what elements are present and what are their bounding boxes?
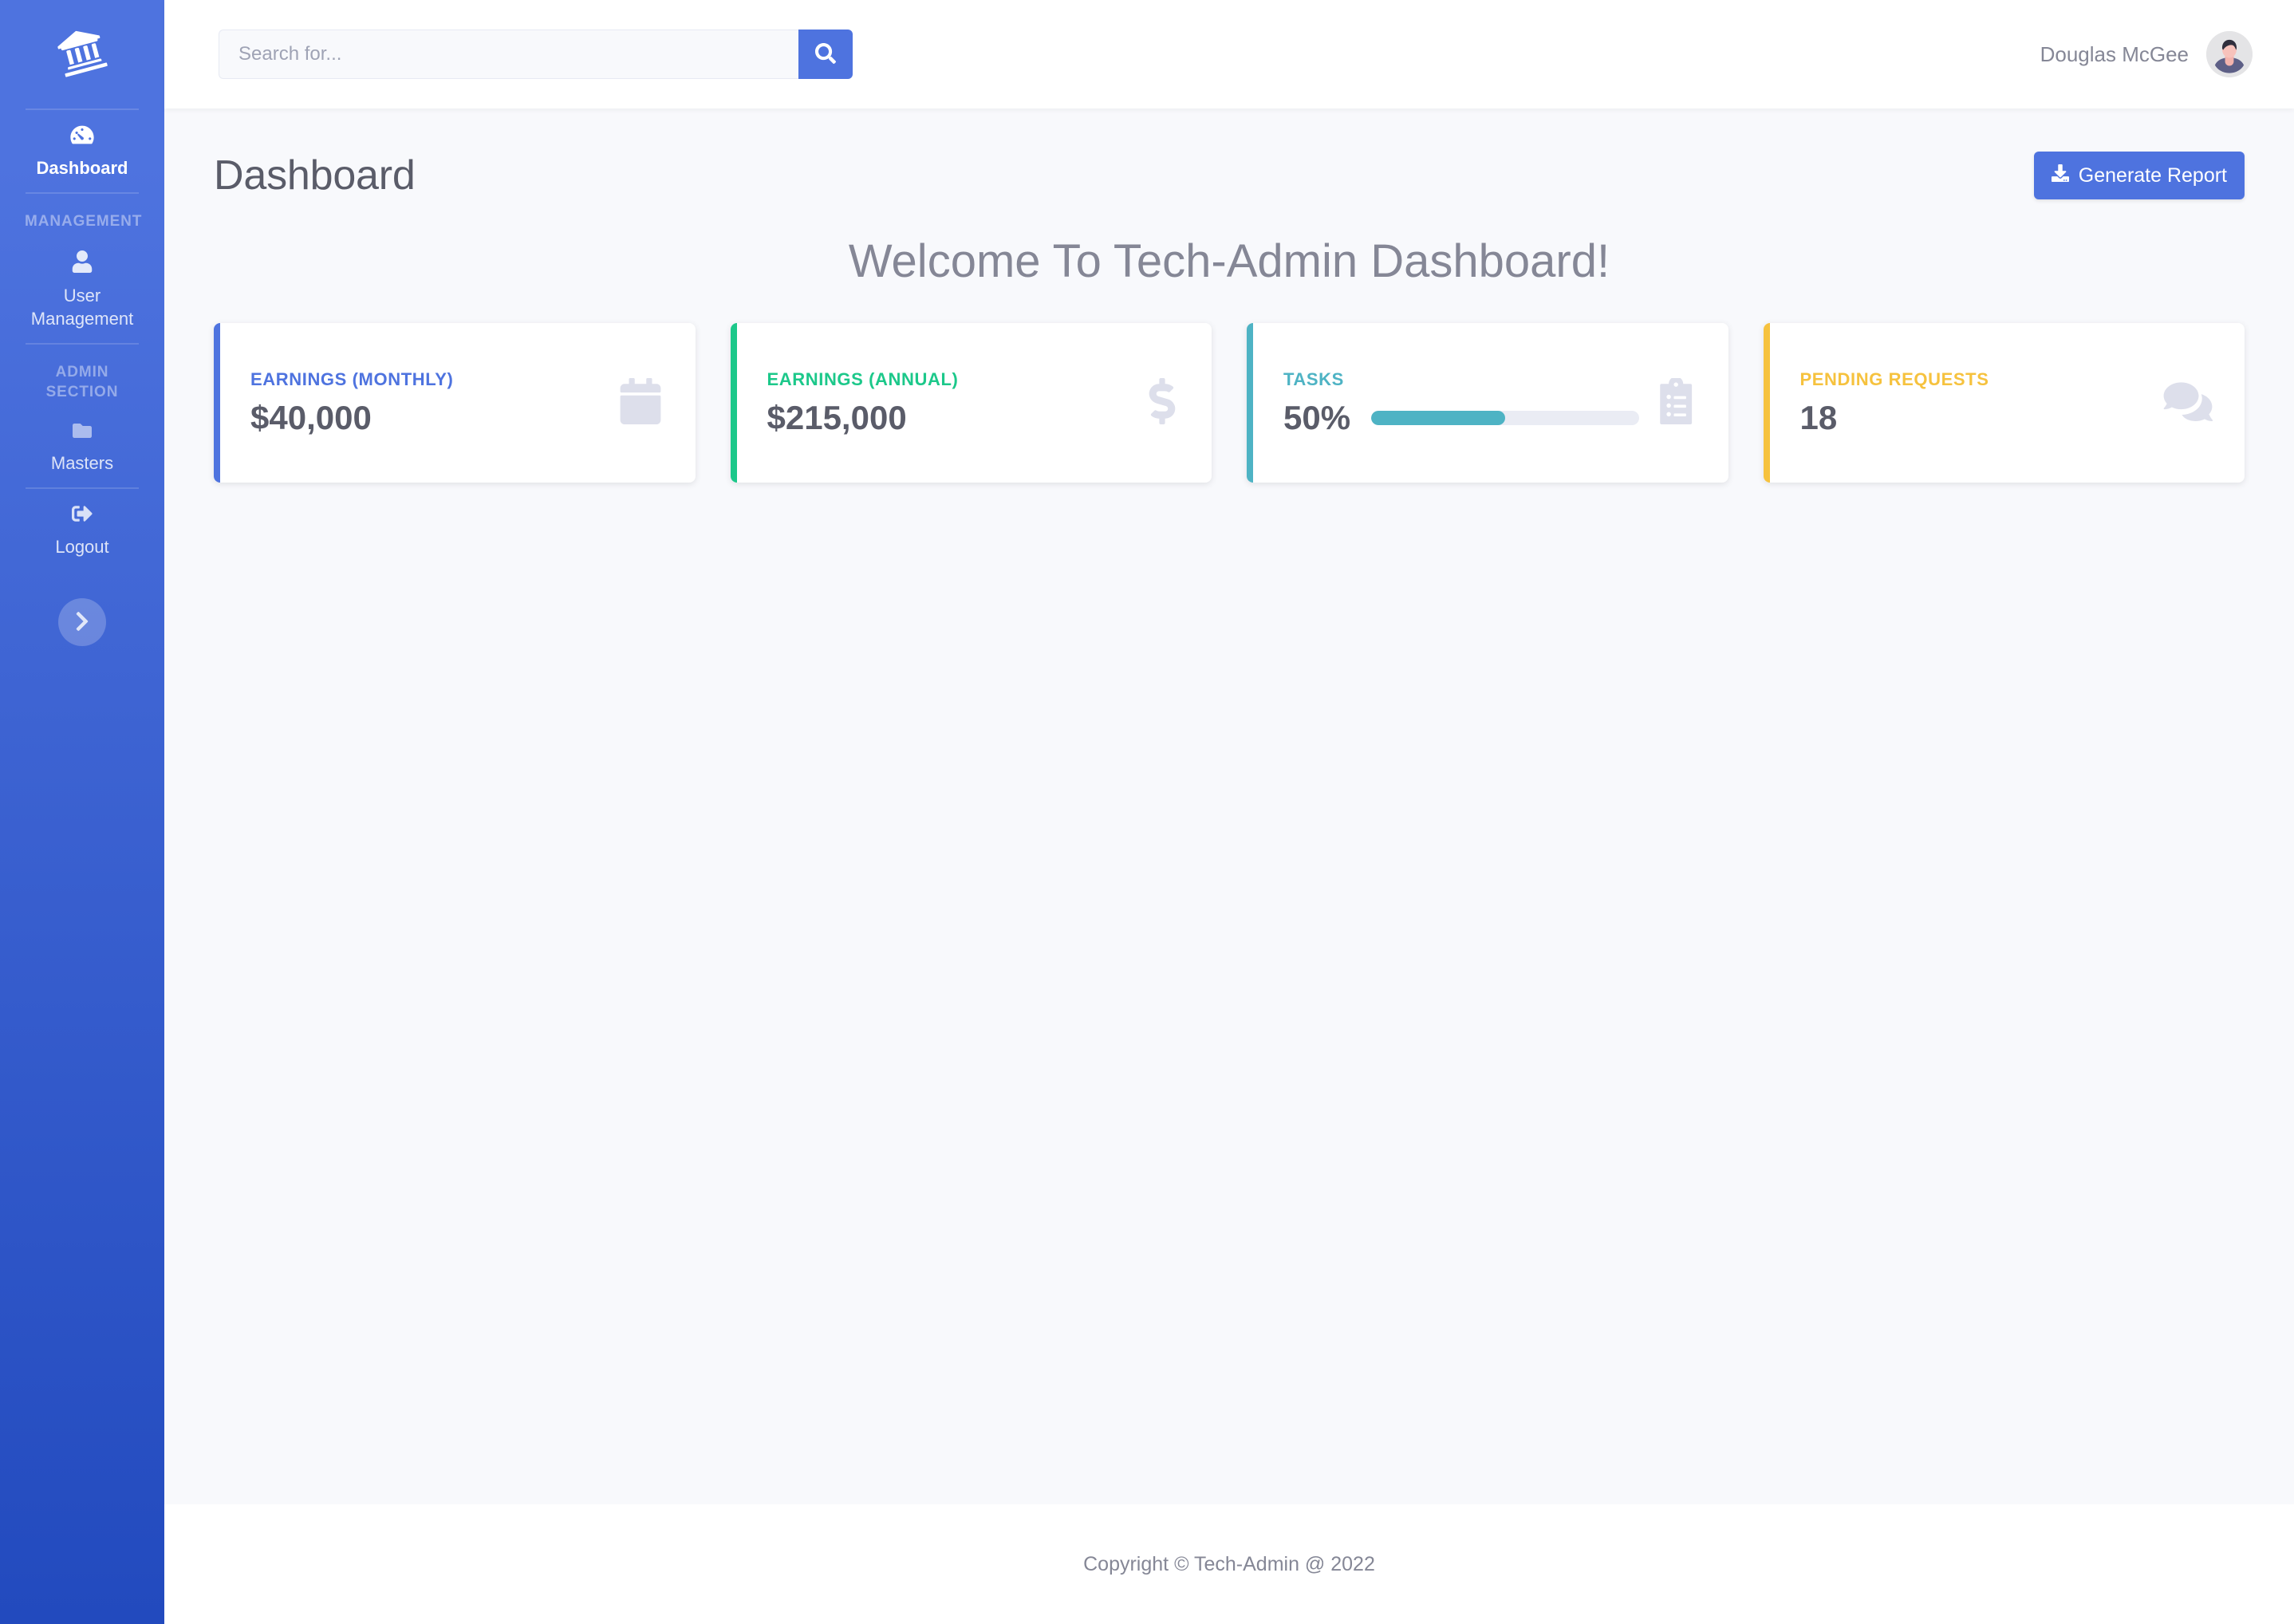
tasks-progress-fill [1371, 411, 1505, 425]
stat-card-value: $215,000 [767, 398, 907, 436]
user-icon [71, 250, 93, 277]
stat-card-tasks: TASKS 50% [1247, 323, 1728, 483]
search-icon [815, 42, 836, 66]
sidebar-item-dashboard[interactable]: Dashboard [0, 110, 164, 192]
tasks-progress-bar [1371, 411, 1639, 425]
footer: Copyright © Tech-Admin @ 2022 [164, 1504, 2294, 1624]
sign-out-icon [70, 503, 94, 528]
sidebar-item-label: Masters [50, 453, 114, 474]
sidebar-item-masters[interactable]: Masters [0, 407, 164, 487]
stat-card-label: EARNINGS (MONTHLY) [250, 369, 454, 389]
generate-report-button[interactable]: Generate Report [2033, 152, 2245, 199]
search-group [219, 30, 853, 79]
stat-card-earnings-monthly: EARNINGS (MONTHLY) $40,000 [214, 323, 696, 483]
comments-icon [2163, 380, 2213, 427]
app-root: Dashboard MANAGEMENT User Management ADM… [0, 0, 2294, 1624]
user-menu[interactable]: Douglas McGee [2040, 31, 2253, 77]
stat-card-value: $40,000 [250, 398, 372, 436]
stat-card-label: PENDING REQUESTS [1799, 369, 1989, 389]
sidebar-heading-admin-section: ADMIN SECTION [45, 364, 119, 401]
clipboard-list-icon [1658, 376, 1697, 428]
stat-cards-row: EARNINGS (MONTHLY) $40,000 EARNINGS (ANN… [214, 323, 2245, 483]
generate-report-label: Generate Report [2078, 164, 2227, 187]
avatar [2206, 31, 2253, 77]
folder-icon [70, 421, 94, 444]
sidebar-item-label: Logout [55, 537, 109, 558]
stat-card-label: TASKS [1283, 369, 1344, 389]
stat-card-pending-requests: PENDING REQUESTS 18 [1763, 323, 2245, 483]
search-button[interactable] [798, 30, 853, 79]
main-area: Douglas McGee Dashboard [164, 0, 2294, 1624]
calendar-icon [617, 377, 664, 428]
sidebar-toggle-button[interactable] [58, 598, 106, 647]
welcome-heading: Welcome To Tech-Admin Dashboard! [848, 235, 1610, 287]
topbar: Douglas McGee [164, 0, 2294, 108]
page-content: Dashboard Generate Report Welcome To Tec… [164, 108, 2294, 1504]
download-icon [2051, 164, 2069, 187]
user-name: Douglas McGee [2040, 41, 2189, 66]
sidebar-item-logout[interactable]: Logout [0, 489, 164, 571]
sidebar-heading-management: MANAGEMENT [25, 213, 143, 231]
stat-card-earnings-annual: EARNINGS (ANNUAL) $215,000 [730, 323, 1212, 483]
stat-card-value: 50% [1283, 398, 1351, 436]
sidebar: Dashboard MANAGEMENT User Management ADM… [0, 0, 164, 1624]
chevron-right-icon [73, 610, 91, 635]
sidebar-brand[interactable] [0, 0, 164, 108]
sidebar-item-user-management[interactable]: User Management [0, 236, 164, 343]
copyright-text: Copyright © Tech-Admin @ 2022 [1083, 1552, 1375, 1575]
tachometer-icon [70, 124, 94, 149]
stat-card-value: 18 [1799, 398, 1838, 436]
sidebar-item-label: User Management [30, 286, 134, 329]
page-title: Dashboard [214, 152, 416, 199]
page-header: Dashboard Generate Report [214, 152, 2245, 199]
search-input[interactable] [219, 30, 798, 79]
dollar-icon [1145, 377, 1180, 428]
university-icon [50, 23, 114, 85]
stat-card-label: EARNINGS (ANNUAL) [767, 369, 959, 389]
sidebar-item-label: Dashboard [36, 158, 128, 178]
